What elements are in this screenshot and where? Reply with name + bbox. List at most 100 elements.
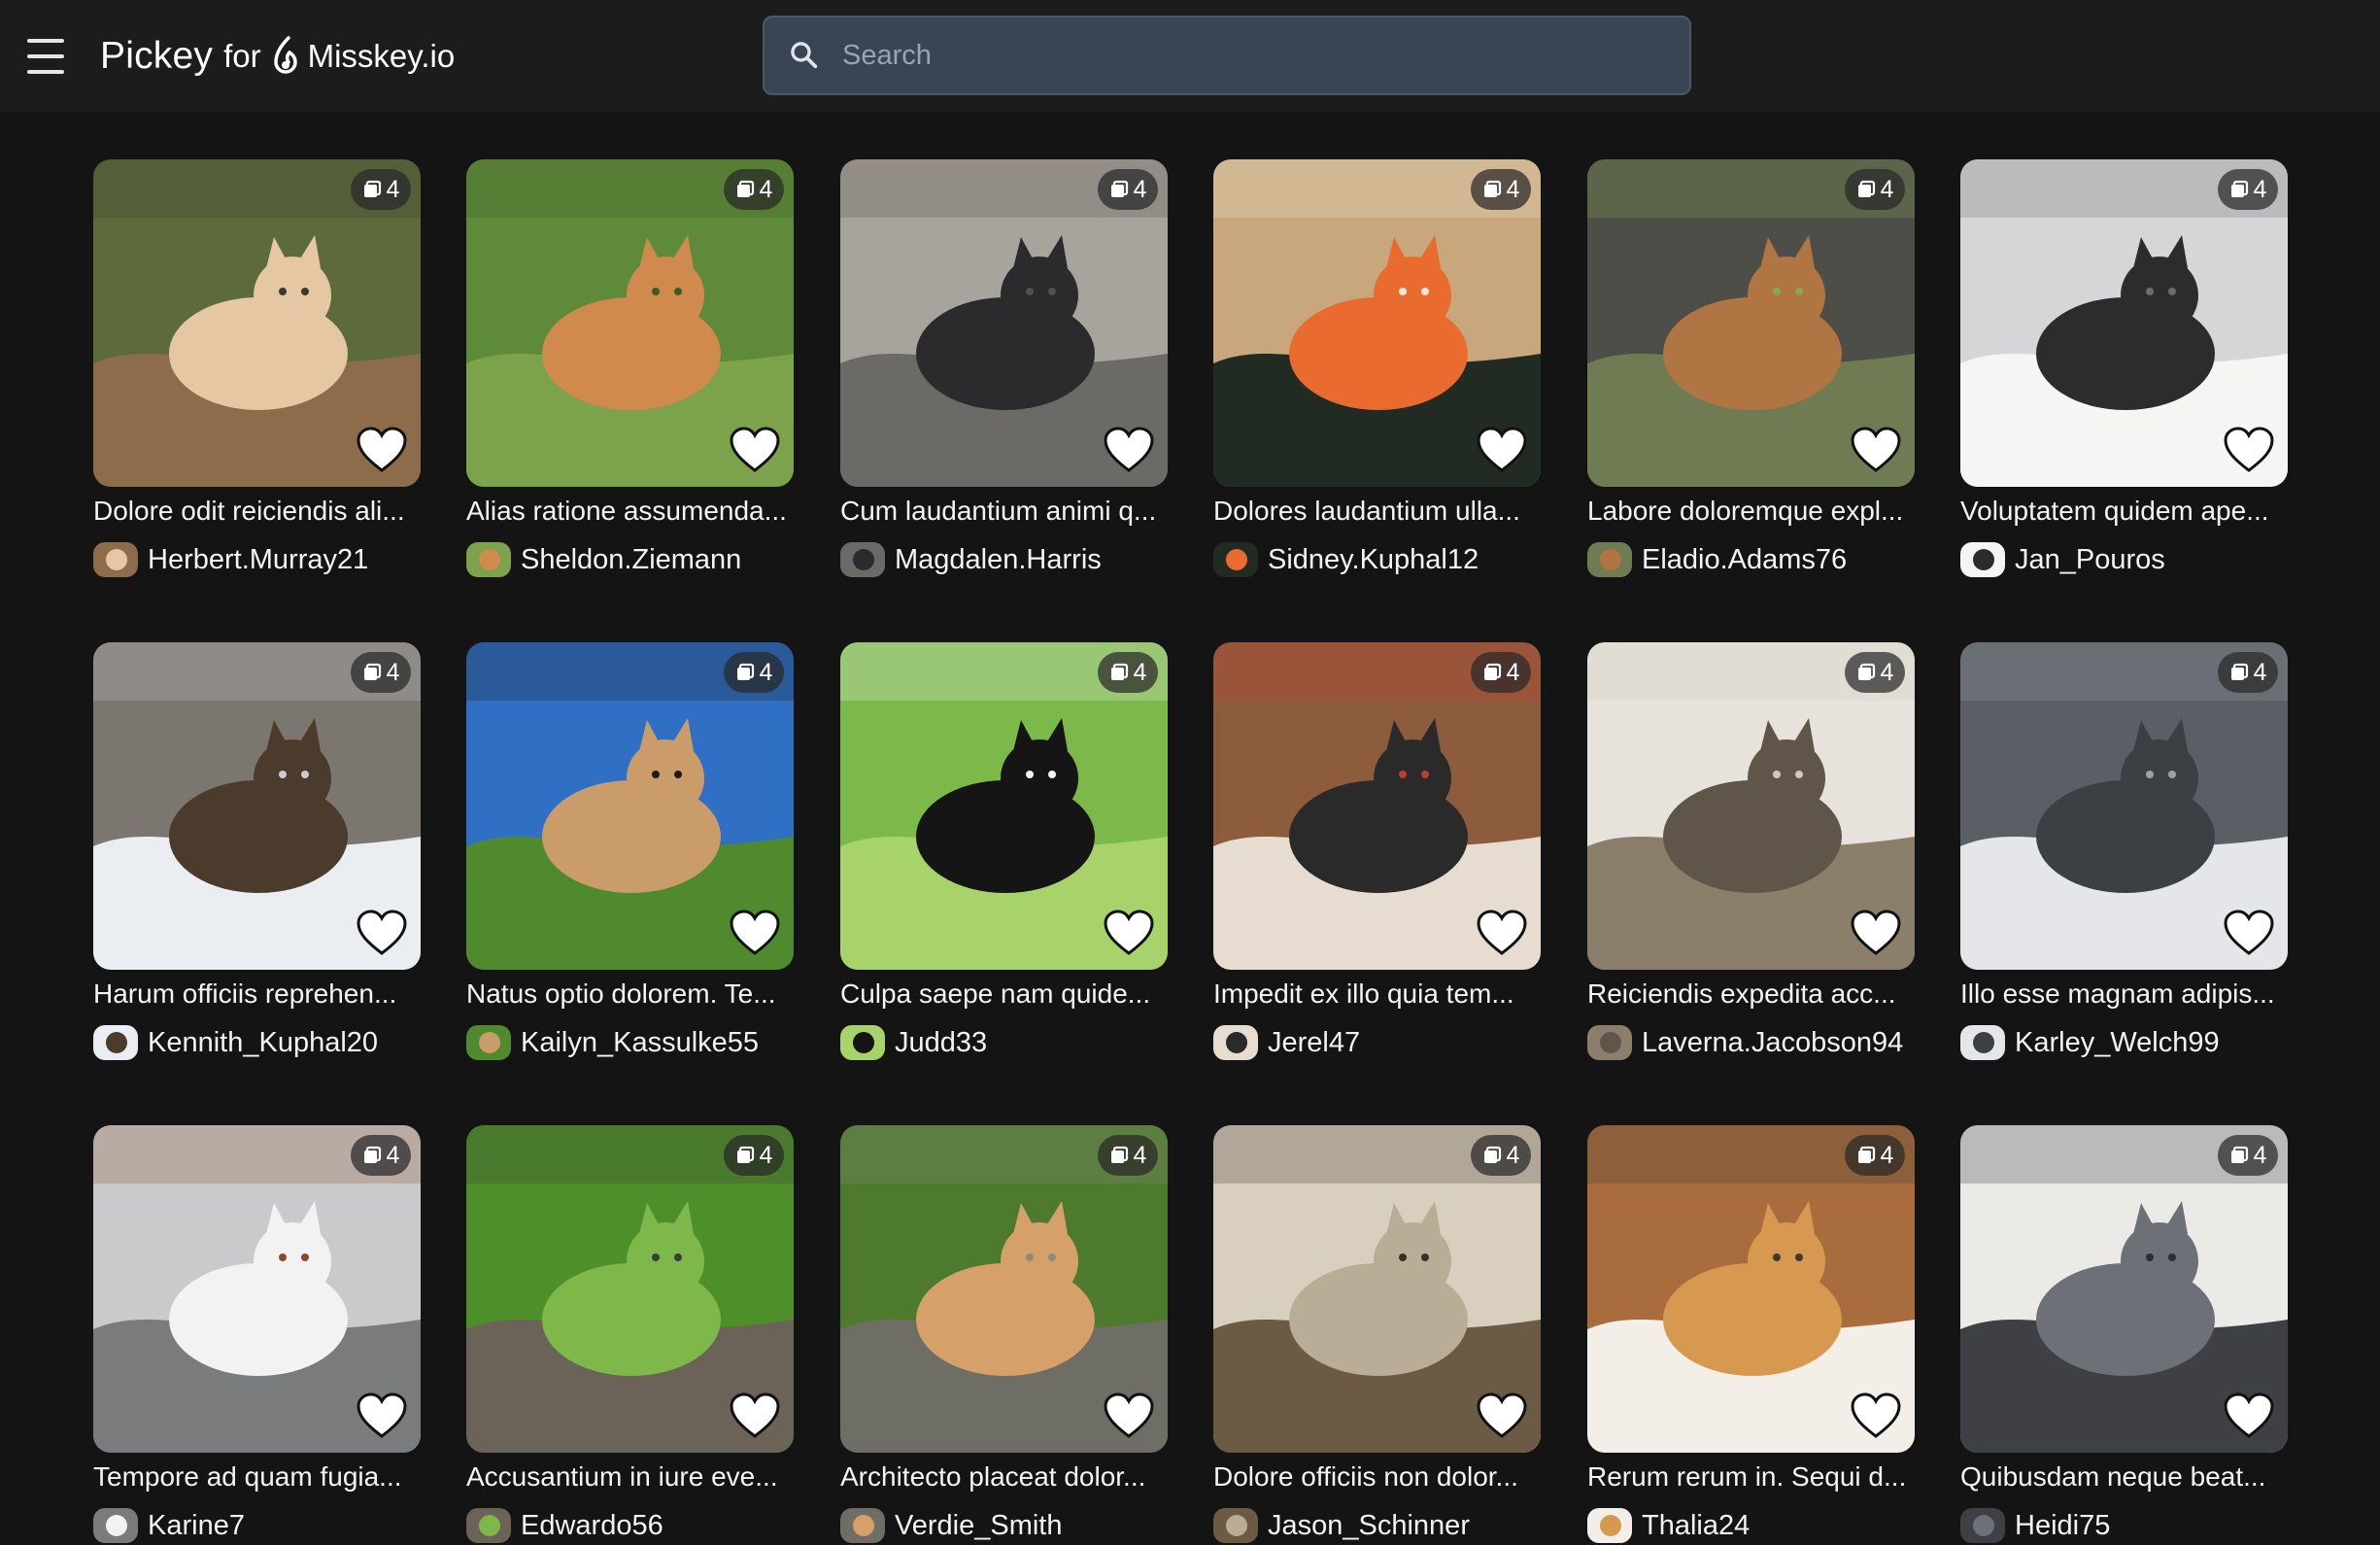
post-thumbnail[interactable]: 4 [840, 642, 1168, 970]
post-thumbnail[interactable]: 4 [1213, 159, 1541, 487]
post-thumbnail[interactable]: 4 [93, 159, 421, 487]
post-card[interactable]: 4 Reiciendis expedita acc... Laverna.Jacob… [1587, 642, 1915, 1060]
post-thumbnail[interactable]: 4 [1213, 642, 1541, 970]
post-author[interactable]: Laverna.Jacobson94 [1587, 1025, 1903, 1060]
post-card[interactable]: 4 Cum laudantium animi q... Magdalen.Harri… [840, 159, 1168, 577]
heart-outline-icon[interactable] [1102, 1390, 1156, 1441]
post-card[interactable]: 4 Alias ratione assumenda... Sheldon.Ziema… [466, 159, 794, 577]
post-thumbnail[interactable]: 4 [840, 1125, 1168, 1453]
post-title[interactable]: Reiciendis expedita acc... [1587, 978, 1915, 1010]
post-card[interactable]: 4 Culpa saepe nam quide... Judd33 [840, 642, 1168, 1060]
brand-title[interactable]: Pickey for Misskey.io [100, 29, 455, 84]
post-title[interactable]: Culpa saepe nam quide... [840, 978, 1168, 1010]
post-author[interactable]: Verdie_Smith [840, 1508, 1063, 1543]
heart-outline-icon[interactable] [1475, 1390, 1529, 1441]
search-input[interactable] [840, 38, 1689, 73]
image-stack-icon [1483, 663, 1501, 680]
post-author[interactable]: Karley_Welch99 [1960, 1025, 2220, 1060]
post-card[interactable]: 4 Architecto placeat dolor... Verdie_Smith [840, 1125, 1168, 1543]
post-card[interactable]: 4 Dolore officiis non dolor... Jason_Schin… [1213, 1125, 1541, 1543]
post-author[interactable]: Heidi75 [1960, 1508, 2110, 1543]
post-card[interactable]: 4 Impedit ex illo quia tem... Jerel47 [1213, 642, 1541, 1060]
post-card[interactable]: 4 Dolore odit reiciendis ali... Herbert.Mu… [93, 159, 421, 577]
image-count: 4 [2253, 1141, 2267, 1169]
post-card[interactable]: 4 Accusantium in iure eve... Edwardo56 [466, 1125, 794, 1543]
post-title[interactable]: Harum officiis reprehen... [93, 978, 421, 1010]
heart-outline-icon[interactable] [355, 1390, 409, 1441]
heart-outline-icon[interactable] [1849, 425, 1903, 475]
post-title[interactable]: Architecto placeat dolor... [840, 1461, 1168, 1493]
post-author[interactable]: Magdalen.Harris [840, 542, 1102, 577]
heart-outline-icon[interactable] [728, 425, 782, 475]
post-author[interactable]: Jan_Pouros [1960, 542, 2165, 577]
username: Thalia24 [1642, 1509, 1751, 1541]
search-bar[interactable] [763, 16, 1691, 95]
post-thumbnail[interactable]: 4 [1960, 1125, 2288, 1453]
post-title[interactable]: Alias ratione assumenda... [466, 496, 794, 527]
post-thumbnail[interactable]: 4 [466, 642, 794, 970]
post-card[interactable]: 4 Illo esse magnam adipis... Karley_Welch9… [1960, 642, 2288, 1060]
heart-outline-icon[interactable] [1475, 908, 1529, 958]
post-thumbnail[interactable]: 4 [93, 642, 421, 970]
post-card[interactable]: 4 Rerum rerum in. Sequi d... Thalia24 [1587, 1125, 1915, 1543]
menu-icon[interactable] [25, 36, 66, 77]
heart-outline-icon[interactable] [2222, 908, 2276, 958]
post-thumbnail[interactable]: 4 [1587, 642, 1915, 970]
post-title[interactable]: Tempore ad quam fugia... [93, 1461, 421, 1493]
post-thumbnail[interactable]: 4 [1213, 1125, 1541, 1453]
post-title[interactable]: Labore doloremque expl... [1587, 496, 1915, 527]
heart-outline-icon[interactable] [1849, 1390, 1903, 1441]
post-author[interactable]: Kennith_Kuphal20 [93, 1025, 378, 1060]
post-card[interactable]: 4 Harum officiis reprehen... Kennith_Kupha… [93, 642, 421, 1060]
post-card[interactable]: 4 Quibusdam neque beat... Heidi75 [1960, 1125, 2288, 1543]
post-author[interactable]: Eladio.Adams76 [1587, 542, 1847, 577]
heart-outline-icon[interactable] [355, 425, 409, 475]
post-thumbnail[interactable]: 4 [1587, 159, 1915, 487]
avatar [1960, 1025, 2005, 1060]
heart-outline-icon[interactable] [355, 908, 409, 958]
post-card[interactable]: 4 Dolores laudantium ulla... Sidney.Kuphal… [1213, 159, 1541, 577]
image-stack-icon [2230, 663, 2248, 680]
post-title[interactable]: Dolore odit reiciendis ali... [93, 496, 421, 527]
post-author[interactable]: Jerel47 [1213, 1025, 1360, 1060]
post-thumbnail[interactable]: 4 [466, 1125, 794, 1453]
post-title[interactable]: Dolore officiis non dolor... [1213, 1461, 1541, 1493]
post-title[interactable]: Accusantium in iure eve... [466, 1461, 794, 1493]
post-author[interactable]: Judd33 [840, 1025, 987, 1060]
post-title[interactable]: Natus optio dolorem. Te... [466, 978, 794, 1010]
post-author[interactable]: Edwardo56 [466, 1508, 663, 1543]
heart-outline-icon[interactable] [1102, 908, 1156, 958]
post-author[interactable]: Thalia24 [1587, 1508, 1750, 1543]
post-title[interactable]: Rerum rerum in. Sequi d... [1587, 1461, 1915, 1493]
post-author[interactable]: Karine7 [93, 1508, 245, 1543]
heart-outline-icon[interactable] [2222, 1390, 2276, 1441]
image-stack-icon [1110, 180, 1128, 197]
post-thumbnail[interactable]: 4 [1960, 642, 2288, 970]
heart-outline-icon[interactable] [1475, 425, 1529, 475]
heart-outline-icon[interactable] [728, 908, 782, 958]
post-author[interactable]: Herbert.Murray21 [93, 542, 368, 577]
post-card[interactable]: 4 Tempore ad quam fugia... Karine7 [93, 1125, 421, 1543]
heart-outline-icon[interactable] [1849, 908, 1903, 958]
post-thumbnail[interactable]: 4 [1960, 159, 2288, 487]
post-card[interactable]: 4 Natus optio dolorem. Te... Kailyn_Kassul… [466, 642, 794, 1060]
post-thumbnail[interactable]: 4 [1587, 1125, 1915, 1453]
post-author[interactable]: Sidney.Kuphal12 [1213, 542, 1479, 577]
post-title[interactable]: Cum laudantium animi q... [840, 496, 1168, 527]
heart-outline-icon[interactable] [728, 1390, 782, 1441]
post-author[interactable]: Kailyn_Kassulke55 [466, 1025, 759, 1060]
post-card[interactable]: 4 Labore doloremque expl... Eladio.Adams76 [1587, 159, 1915, 577]
post-title[interactable]: Dolores laudantium ulla... [1213, 496, 1541, 527]
post-thumbnail[interactable]: 4 [840, 159, 1168, 487]
post-title[interactable]: Quibusdam neque beat... [1960, 1461, 2288, 1493]
heart-outline-icon[interactable] [2222, 425, 2276, 475]
post-title[interactable]: Voluptatem quidem ape... [1960, 496, 2288, 527]
post-card[interactable]: 4 Voluptatem quidem ape... Jan_Pouros [1960, 159, 2288, 577]
heart-outline-icon[interactable] [1102, 425, 1156, 475]
post-author[interactable]: Jason_Schinner [1213, 1508, 1470, 1543]
post-title[interactable]: Impedit ex illo quia tem... [1213, 978, 1541, 1010]
post-thumbnail[interactable]: 4 [93, 1125, 421, 1453]
post-author[interactable]: Sheldon.Ziemann [466, 542, 741, 577]
post-title[interactable]: Illo esse magnam adipis... [1960, 978, 2288, 1010]
post-thumbnail[interactable]: 4 [466, 159, 794, 487]
